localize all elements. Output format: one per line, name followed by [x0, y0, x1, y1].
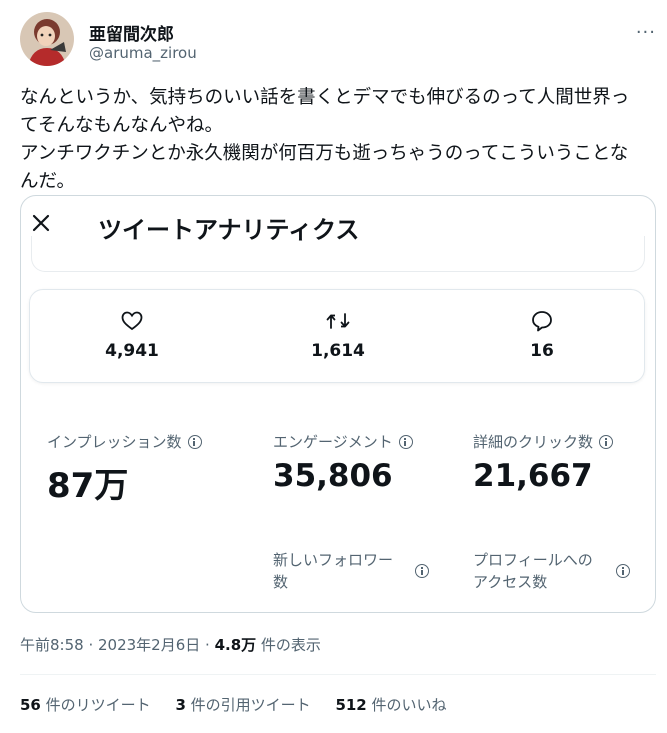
display-name[interactable]: 亜留間次郎: [89, 20, 174, 45]
tweet-meta: 午前8:58 · 2023年2月6日 · 4.8万 件の表示: [20, 634, 321, 655]
new-followers-label: 新しいフォロワー: [273, 551, 394, 569]
tweet-header: 亜留間次郎 @aruma_zirou ···: [20, 12, 656, 70]
quote-tweets-link[interactable]: 3 件の引用ツイート: [175, 696, 310, 714]
quotes-total-label: 件の引用ツイート: [185, 696, 311, 714]
tweet-line: なんというか、気持ちのいい話を書くとデマでも伸びるのって人間世界っ: [20, 87, 630, 108]
new-followers-label-cont: 数: [273, 573, 289, 591]
likes-count: 4,941: [105, 341, 159, 361]
new-followers-stat: 新しいフォロワー 数: [273, 549, 433, 593]
engagements-stat: エンゲージメント 35,806: [273, 431, 413, 494]
tweet-date[interactable]: 2023年2月6日: [98, 636, 200, 654]
divider: [20, 674, 656, 675]
tweet-line: アンチワクチンとか永久機関が何百万も逝っちゃうのってこういうことな: [20, 143, 629, 164]
detail-clicks-value: 21,667: [473, 458, 593, 494]
engagement-summary: 4,941 1,614 16: [29, 289, 645, 383]
tweet-time[interactable]: 午前8:58: [20, 636, 84, 654]
info-icon: [187, 434, 202, 449]
tweet-text: なんというか、気持ちのいい話を書くとデマでも伸びるのって人間世界っ てそんなもん…: [20, 84, 652, 196]
retweets-count: 1,614: [311, 341, 365, 361]
meta-separator: ·: [200, 636, 215, 654]
views-count: 4.8万: [214, 636, 257, 654]
replies-metric: 16: [482, 308, 602, 361]
impressions-stat: インプレッション数 87万: [47, 431, 202, 507]
engagements-label: エンゲージメント: [273, 433, 393, 451]
likes-link[interactable]: 512 件のいいね: [335, 696, 446, 714]
replies-count: 16: [530, 341, 554, 361]
likes-total: 512: [335, 696, 367, 714]
avatar-illustration: [20, 12, 74, 66]
reply-bubble-icon: [482, 308, 602, 334]
meta-separator: ·: [83, 636, 98, 654]
impressions-label: インプレッション数: [47, 433, 182, 451]
tweet-line: んだ。: [20, 171, 75, 192]
retweets-metric: 1,614: [278, 308, 398, 361]
info-icon: [599, 434, 614, 449]
tweet-line: てそんなもんなんやね。: [20, 115, 223, 136]
likes-total-label: 件のいいね: [366, 696, 447, 714]
detail-clicks-label: 詳細のクリック数: [473, 433, 594, 451]
engagements-value: 35,806: [273, 458, 393, 494]
likes-metric: 4,941: [72, 308, 192, 361]
info-icon: [415, 564, 429, 578]
avatar[interactable]: [20, 12, 74, 66]
close-icon: [31, 210, 51, 234]
retweet-icon: [278, 308, 398, 334]
views-label: 件の表示: [256, 636, 321, 654]
retweets-total: 56: [20, 696, 41, 714]
impressions-value: 87万: [47, 466, 129, 506]
info-icon: [616, 564, 630, 578]
detail-clicks-stat: 詳細のクリック数 21,667: [473, 431, 614, 494]
info-icon: [398, 434, 413, 449]
heart-icon: [72, 308, 192, 334]
user-handle[interactable]: @aruma_zirou: [89, 44, 197, 62]
quotes-total: 3: [175, 696, 186, 714]
retweets-total-label: 件のリツイート: [40, 696, 151, 714]
more-options-button[interactable]: ···: [636, 22, 656, 43]
analytics-screenshot-image[interactable]: ツイートアナリティクス 4,941 1,614 16 インプレッション数 87万…: [20, 195, 656, 613]
engagement-counts: 56 件のリツイート 3 件の引用ツイート 512 件のいいね: [20, 694, 467, 715]
collapsed-panel: [31, 236, 645, 272]
retweets-link[interactable]: 56 件のリツイート: [20, 696, 151, 714]
